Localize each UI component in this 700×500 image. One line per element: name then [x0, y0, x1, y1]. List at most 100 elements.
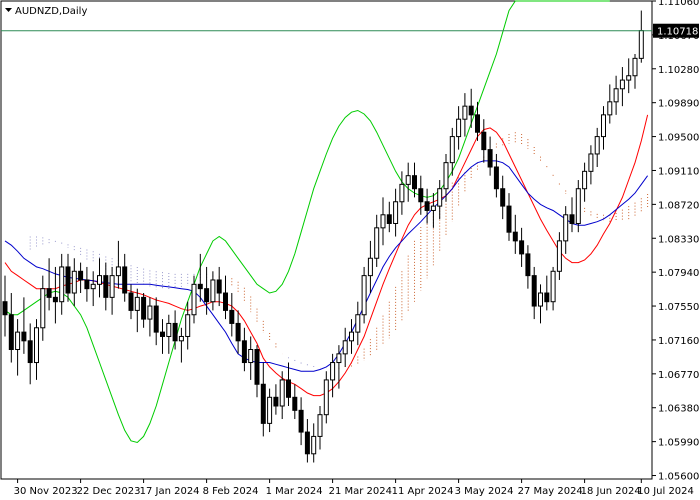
candle-body [386, 214, 392, 224]
candle-body [115, 266, 121, 277]
candle [607, 84, 613, 124]
x-tick-label: 21 Mar 2024 [329, 486, 392, 497]
candle-body [185, 314, 191, 337]
candle-body [298, 409, 304, 433]
candle-body [172, 322, 178, 342]
candle-body [235, 322, 241, 342]
time-axis: 30 Nov 202322 Dec 2023 17 Jan 2024 8 Feb 2… [14, 479, 694, 497]
candle [172, 310, 178, 350]
candle-body [575, 188, 581, 224]
candle [525, 245, 531, 289]
candle [197, 253, 203, 302]
y-tick-label: 1.06770 [658, 370, 699, 381]
candle [59, 253, 65, 315]
candle [122, 253, 128, 302]
candle [109, 266, 115, 315]
ichimoku-cloud [29, 132, 649, 370]
x-tick-label: 11 Apr 2024 [392, 486, 454, 497]
y-tick-label: 1.05990 [658, 438, 699, 449]
candle [462, 93, 468, 137]
candle [355, 301, 361, 346]
candle [286, 362, 291, 406]
candle [481, 119, 487, 163]
candle [304, 419, 310, 463]
candle [97, 258, 102, 298]
candle-body [40, 288, 46, 329]
candle-body [456, 118, 462, 138]
candle [52, 266, 58, 324]
candle [178, 327, 184, 363]
candle-body [367, 257, 373, 277]
chevron-down-icon[interactable] [5, 8, 12, 12]
candle-body [443, 162, 449, 190]
candle-body [544, 292, 550, 303]
x-tick-label: 3 May 2024 [455, 486, 514, 497]
candle-body [449, 136, 455, 164]
candle [46, 258, 52, 311]
candle-body [342, 340, 348, 355]
candle [563, 206, 569, 254]
chart: 1.110601.106701.102801.098901.095001.091… [0, 0, 700, 500]
candle [147, 297, 153, 337]
y-tick-label: 1.09890 [658, 99, 699, 110]
candle-body [550, 270, 556, 303]
candle [134, 288, 140, 333]
candle [84, 266, 90, 302]
candle [292, 384, 298, 420]
candle [638, 10, 644, 63]
candle-body [109, 275, 115, 298]
candle [166, 314, 172, 354]
candle-body [27, 340, 33, 364]
candle-body [601, 114, 606, 138]
candle [424, 188, 430, 224]
candle-body [626, 75, 632, 81]
candle-body [21, 331, 27, 342]
candle-body [304, 431, 310, 455]
y-tick-label: 1.05600 [658, 472, 699, 483]
candle [115, 240, 121, 289]
candle [216, 266, 222, 307]
candle [430, 193, 436, 228]
candle [34, 319, 39, 380]
x-tick-label: 30 Nov 2023 [14, 486, 78, 497]
chart-svg: 1.110601.106701.102801.098901.095001.091… [0, 0, 699, 497]
x-tick-label: 8 Feb 2024 [203, 486, 259, 497]
candle-body [556, 240, 562, 272]
candle [468, 88, 474, 128]
y-tick-label: 1.10280 [658, 65, 699, 76]
candle-body [632, 57, 638, 77]
y-tick-label: 1.08720 [658, 200, 699, 211]
candle-body [34, 327, 39, 364]
candle-body [462, 105, 468, 120]
candle-body [487, 149, 493, 168]
x-tick-label: 27 May 2024 [518, 486, 583, 497]
chart-title-group: AUDNZD,Daily [5, 6, 87, 17]
candle [21, 297, 27, 354]
candle [254, 345, 260, 398]
tenkan-line [4, 114, 649, 397]
candle [90, 271, 96, 307]
candle-body [475, 114, 480, 133]
y-tick-label: 1.11060 [658, 0, 699, 8]
candle-body [147, 305, 153, 320]
y-tick-label: 1.08330 [658, 234, 699, 245]
candle-body [330, 362, 336, 381]
candle [437, 180, 443, 220]
candle [2, 275, 8, 337]
candle-body [204, 288, 210, 303]
candle-body [525, 253, 531, 277]
candle-body [52, 296, 58, 303]
candle-body [638, 30, 644, 59]
candle [342, 327, 348, 367]
candle [210, 271, 216, 311]
candle [619, 67, 625, 107]
x-tick-label: 17 Jan 2024 [140, 486, 200, 497]
candle [160, 319, 165, 354]
candle-body [355, 314, 361, 333]
candle [273, 384, 279, 415]
x-tick-label: 18 Jun 2024 [581, 486, 641, 497]
candle [626, 58, 632, 94]
candle [519, 227, 525, 267]
candle [229, 293, 235, 337]
candle [267, 388, 273, 433]
